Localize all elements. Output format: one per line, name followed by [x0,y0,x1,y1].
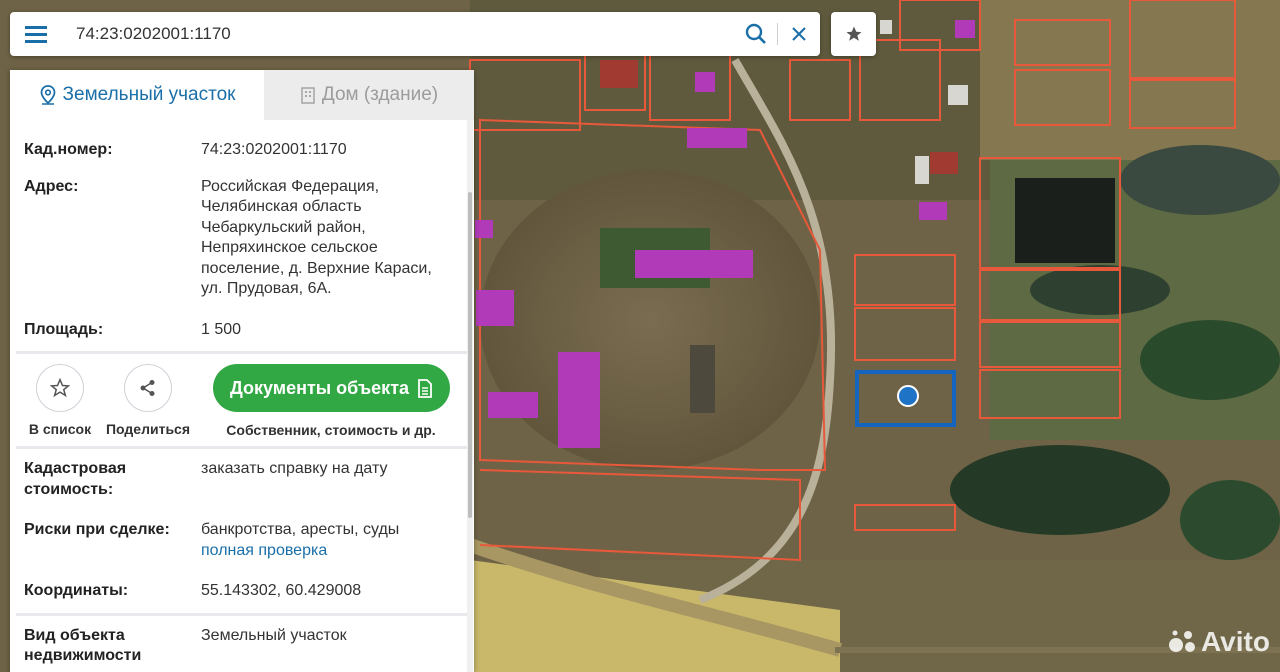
tab-building[interactable]: Дом (здание) [264,70,474,120]
tab-building-label: Дом (здание) [321,84,439,105]
hamburger-icon [25,26,47,43]
clear-button[interactable] [778,12,820,56]
object-type-value: Земельный участок [201,626,347,644]
add-to-list-label: В список [28,421,92,437]
cadastral-value-row: Кадастровая стоимость: заказать справку … [10,459,474,500]
add-to-list-button[interactable] [36,364,84,412]
share-icon [140,380,155,396]
cad-number-label: Кад.номер: [24,141,113,158]
cad-number-row: Кад.номер: 74:23:0202001:1170 [10,140,474,161]
watermark-text: Avito [1201,626,1270,657]
add-to-list-action: В список [24,364,96,437]
tab-land-plot-label: Земельный участок [62,84,236,105]
documents-subtitle: Собственник, стоимость и др. [226,422,436,438]
object-type-label: Вид объекта недвижимости [24,626,142,665]
map-pin-icon [40,85,55,105]
building-icon [301,87,315,104]
area-label: Площадь: [24,320,104,338]
address-value: Российская Федерация, Челябинская област… [201,177,432,298]
share-label: Поделиться [105,421,191,437]
tab-land-plot[interactable]: Земельный участок [10,70,264,120]
cad-number-link[interactable]: 74:23:0202001:1170 [201,140,451,161]
menu-button[interactable] [10,12,62,56]
info-panel: Земельный участок Дом (здание) Кад.номер… [10,70,474,672]
coordinates-row: Координаты: 55.143302, 60.429008 [10,581,474,602]
area-value: 1 500 [201,320,242,338]
address-row: Адрес: Российская Федерация, Челябинская… [10,177,474,300]
coordinates-value: 55.143302, 60.429008 [201,582,362,599]
search-input[interactable]: 74:23:0202001:1170 [62,24,735,44]
full-check-link[interactable]: полная проверка [201,541,451,562]
divider [16,446,468,449]
area-row: Площадь: 1 500 [10,320,474,341]
search-button[interactable] [735,12,777,56]
favorites-button[interactable] [831,12,876,56]
share-action: Поделиться [102,364,194,437]
scrollbar-thumb[interactable] [468,192,472,518]
risks-row: Риски при сделке: банкротства, аресты, с… [10,520,474,561]
star-icon [846,26,861,41]
actions-block: В список Поделиться Документы объекта Со… [10,354,474,446]
order-certificate-link[interactable]: заказать справку на дату [201,459,451,500]
address-label: Адрес: [24,177,79,195]
avito-watermark: Avito [1168,626,1270,658]
tab-bar: Земельный участок Дом (здание) [10,70,474,120]
avito-logo-icon [1169,630,1195,652]
location-marker [897,385,919,407]
divider [16,612,468,616]
close-icon [792,27,806,41]
star-outline-icon [50,378,70,398]
risks-value: банкротства, аресты, суды полная проверк… [201,520,451,561]
coordinates-label: Координаты: [24,582,129,599]
share-button[interactable] [124,364,172,412]
search-icon [745,23,766,44]
documents-button-label: Документы объекта [229,377,410,398]
cadastral-value-label: Кадастровая стоимость: [24,460,127,498]
object-type-row: Вид объекта недвижимости Земельный участ… [10,626,474,667]
search-bar: 74:23:0202001:1170 [10,12,820,56]
risks-text: банкротства, аресты, суды [201,521,400,538]
risks-label: Риски при сделке: [24,521,170,538]
documents-button[interactable]: Документы объекта [213,364,450,412]
document-icon [418,378,432,398]
